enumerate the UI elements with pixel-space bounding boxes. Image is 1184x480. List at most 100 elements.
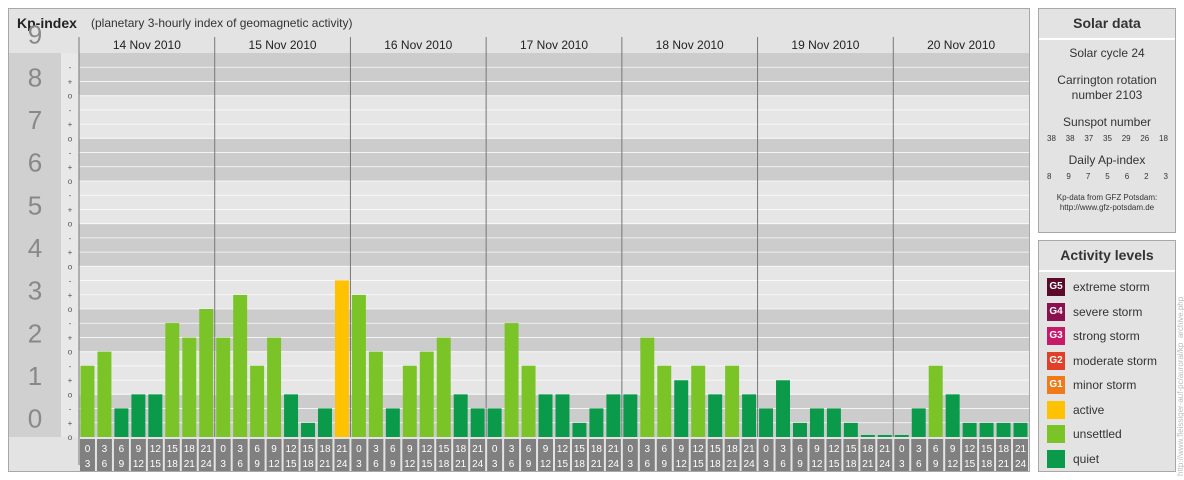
grid-band bbox=[79, 181, 1029, 224]
interval-start-label: 0 bbox=[85, 444, 91, 455]
interval-end-label: 9 bbox=[526, 459, 532, 470]
interval-start-label: 15 bbox=[167, 444, 179, 455]
activity-swatch: G3 bbox=[1047, 327, 1065, 345]
day-label: 17 Nov 2010 bbox=[520, 38, 588, 52]
y-tick-label: 5 bbox=[28, 190, 42, 220]
kp-bar bbox=[1013, 422, 1028, 437]
y-minor-tick-label: - bbox=[69, 106, 72, 115]
activity-label: active bbox=[1073, 402, 1105, 417]
sunspot-value: 35 bbox=[1103, 134, 1112, 143]
interval-end-label: 3 bbox=[763, 459, 769, 470]
ap-value: 2 bbox=[1144, 172, 1149, 181]
interval-start-label: 12 bbox=[557, 444, 569, 455]
kp-bar bbox=[385, 408, 400, 437]
interval-start-label: 3 bbox=[237, 444, 243, 455]
y-minor-tick-label: + bbox=[68, 376, 73, 385]
y-minor-tick-label: + bbox=[68, 248, 73, 257]
kp-bar bbox=[368, 351, 383, 437]
activity-level-item: G5 extreme storm bbox=[1047, 277, 1150, 297]
activity-level-item: unsettled bbox=[1047, 424, 1122, 444]
sunspot-value: 18 bbox=[1159, 134, 1168, 143]
interval-start-label: 18 bbox=[319, 444, 331, 455]
y-minor-tick-label: o bbox=[68, 433, 73, 442]
kp-bar bbox=[809, 408, 824, 437]
y-minor-tick-label: o bbox=[68, 348, 73, 357]
interval-end-label: 9 bbox=[661, 459, 667, 470]
sunspot-value: 38 bbox=[1065, 134, 1075, 143]
interval-start-label: 15 bbox=[438, 444, 450, 455]
interval-end-label: 15 bbox=[828, 459, 840, 470]
interval-start-label: 21 bbox=[744, 444, 756, 455]
y-minor-tick-label: - bbox=[69, 63, 72, 72]
activity-swatch: G2 bbox=[1047, 351, 1065, 370]
interval-start-label: 3 bbox=[780, 444, 786, 455]
activity-label: extreme storm bbox=[1073, 280, 1150, 294]
kp-bar bbox=[945, 394, 960, 437]
kp-bar bbox=[97, 351, 112, 437]
interval-start-label: 3 bbox=[509, 444, 515, 455]
activity-levels-heading: Activity levels bbox=[1039, 241, 1175, 272]
day-label: 15 Nov 2010 bbox=[249, 38, 317, 52]
y-minor-tick-label: + bbox=[68, 77, 73, 86]
kp-bar bbox=[216, 337, 231, 437]
interval-start-label: 3 bbox=[373, 444, 379, 455]
interval-end-label: 15 bbox=[285, 459, 297, 470]
kp-chart-panel: Kp-index (planetary 3-hourly index of ge… bbox=[8, 8, 1030, 472]
kp-bar bbox=[148, 394, 163, 437]
interval-end-label: 18 bbox=[574, 459, 586, 470]
interval-end-label: 12 bbox=[947, 459, 959, 470]
kp-bar bbox=[470, 408, 485, 437]
activity-swatch bbox=[1047, 449, 1065, 468]
kp-bar bbox=[606, 394, 621, 437]
day-label: 20 Nov 2010 bbox=[927, 38, 995, 52]
interval-end-label: 12 bbox=[811, 459, 823, 470]
activity-levels-panel: Activity levels G5 extreme storm G4 severe … bbox=[1038, 240, 1176, 472]
activity-label: unsettled bbox=[1073, 427, 1122, 441]
activity-label: quiet bbox=[1073, 451, 1100, 466]
interval-start-label: 6 bbox=[661, 444, 667, 455]
kp-bar bbox=[114, 408, 129, 437]
interval-end-label: 9 bbox=[119, 459, 125, 470]
watermark: http://www.fleissiger-auf-pc/auroral/kp_… bbox=[1176, 296, 1184, 476]
interval-start-label: 3 bbox=[645, 444, 651, 455]
interval-start-label: 0 bbox=[492, 444, 498, 455]
y-minor-tick-label: o bbox=[68, 134, 73, 143]
kp-bar bbox=[589, 408, 604, 437]
activity-label: moderate storm bbox=[1073, 353, 1158, 368]
grid-band bbox=[79, 266, 1029, 309]
interval-start-label: 21 bbox=[201, 444, 213, 455]
y-minor-tick-label: - bbox=[69, 405, 72, 414]
credit-source: Kp-data from GFZ Potsdam: bbox=[1056, 193, 1158, 202]
interval-start-label: 9 bbox=[407, 444, 413, 455]
interval-start-label: 3 bbox=[916, 444, 922, 455]
y-minor-tick-label: - bbox=[69, 277, 72, 286]
activity-label: severe storm bbox=[1073, 304, 1143, 319]
interval-end-label: 3 bbox=[85, 459, 91, 470]
interval-start-label: 3 bbox=[102, 444, 108, 455]
y-minor-tick-label: + bbox=[68, 333, 73, 342]
kp-bar bbox=[877, 435, 892, 437]
activity-level-item: G1 minor storm bbox=[1047, 375, 1136, 395]
solar-data-panel: Solar data Solar cycle 24 Carrington rot… bbox=[1038, 8, 1176, 233]
interval-start-label: 18 bbox=[591, 444, 603, 455]
kp-bar bbox=[776, 380, 790, 437]
kp-bar bbox=[928, 365, 943, 437]
interval-end-label: 24 bbox=[201, 459, 213, 470]
kp-bar bbox=[504, 323, 519, 437]
kp-bar bbox=[419, 351, 434, 437]
interval-end-label: 24 bbox=[1015, 459, 1027, 470]
activity-swatch bbox=[1047, 425, 1065, 443]
y-tick-label: 3 bbox=[28, 276, 42, 306]
kp-bar bbox=[572, 422, 587, 437]
interval-end-label: 9 bbox=[797, 459, 803, 470]
kp-bar bbox=[657, 365, 672, 437]
interval-start-label: 0 bbox=[356, 444, 362, 455]
kp-bar bbox=[165, 323, 180, 437]
kp-bar bbox=[318, 408, 332, 437]
interval-start-label: 9 bbox=[543, 444, 549, 455]
interval-start-label: 12 bbox=[285, 444, 297, 455]
interval-start-label: 6 bbox=[119, 444, 125, 455]
credit-link[interactable]: http://www.gfz-potsdam.de bbox=[1039, 203, 1175, 213]
grid-band bbox=[79, 223, 1029, 267]
kp-bar bbox=[453, 394, 468, 437]
